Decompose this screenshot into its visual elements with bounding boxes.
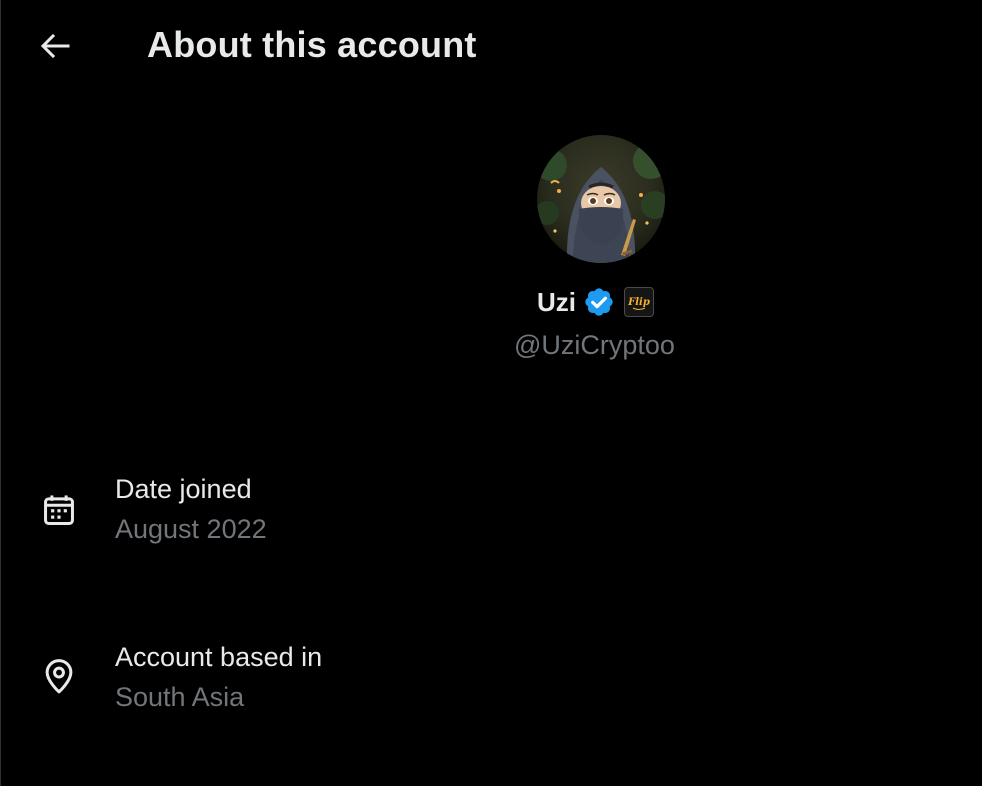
account-location-row: Account based in South Asia	[1, 642, 982, 722]
location-pin-icon	[37, 654, 81, 698]
display-name: Uzi	[537, 286, 576, 317]
verified-badge-icon[interactable]	[583, 286, 615, 318]
date-joined-row: Date joined August 2022	[1, 474, 982, 554]
date-joined-value: August 2022	[115, 514, 267, 544]
page-header: About this account	[1, 0, 982, 94]
about-account-page: About this account Uzi Flip @UziCryptoo …	[0, 0, 982, 786]
profile-handle[interactable]: @UziCryptoo	[514, 330, 675, 361]
back-button[interactable]	[31, 22, 79, 70]
page-title: About this account	[147, 24, 477, 65]
svg-text:Flip: Flip	[627, 297, 650, 308]
arrow-left-icon	[40, 33, 70, 59]
profile-name-row: Uzi Flip	[537, 284, 654, 320]
affiliate-badge-icon[interactable]: Flip	[624, 287, 654, 317]
avatar-image	[537, 135, 665, 263]
account-location-value: South Asia	[115, 682, 245, 712]
account-location-label: Account based in	[115, 642, 323, 672]
date-joined-label: Date joined	[115, 474, 252, 504]
calendar-icon	[37, 488, 81, 532]
profile-avatar[interactable]	[537, 135, 665, 263]
